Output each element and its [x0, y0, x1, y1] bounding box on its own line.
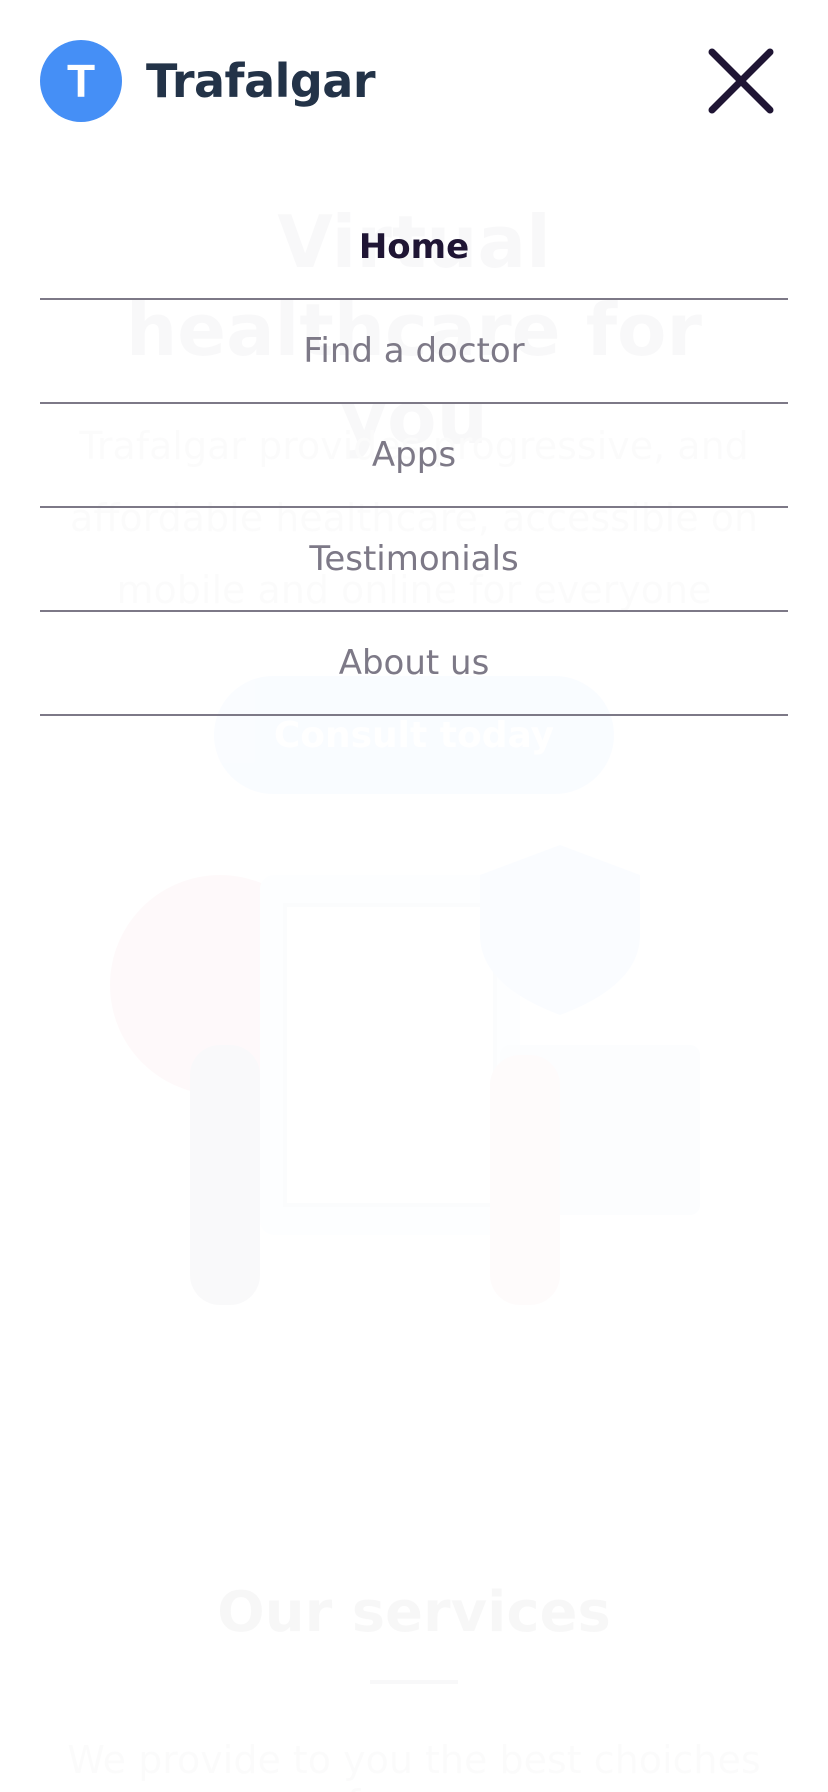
menu-item-label: Home: [358, 227, 470, 267]
menu-item-testimonials[interactable]: Testimonials: [40, 508, 788, 612]
close-menu-button[interactable]: [706, 46, 776, 116]
menu-item-home[interactable]: Home: [40, 196, 788, 300]
mobile-page: Virtual healthcare for you Trafalgar pro…: [0, 0, 828, 1792]
menu-item-find-a-doctor[interactable]: Find a doctor: [40, 300, 788, 404]
menu-item-label: Find a doctor: [303, 331, 525, 371]
menu-item-about-us[interactable]: About us: [40, 612, 788, 716]
nav-menu: Home Find a doctor Apps Testimonials Abo…: [40, 196, 788, 716]
logo-icon: T: [40, 40, 122, 122]
menu-item-label: Apps: [371, 435, 457, 475]
menu-item-apps[interactable]: Apps: [40, 404, 788, 508]
close-icon: [708, 48, 774, 114]
header: T Trafalgar: [0, 0, 828, 160]
brand-logo[interactable]: T Trafalgar: [40, 40, 376, 122]
brand-name: Trafalgar: [146, 54, 376, 108]
menu-item-label: Testimonials: [309, 539, 519, 579]
menu-item-label: About us: [338, 643, 490, 683]
